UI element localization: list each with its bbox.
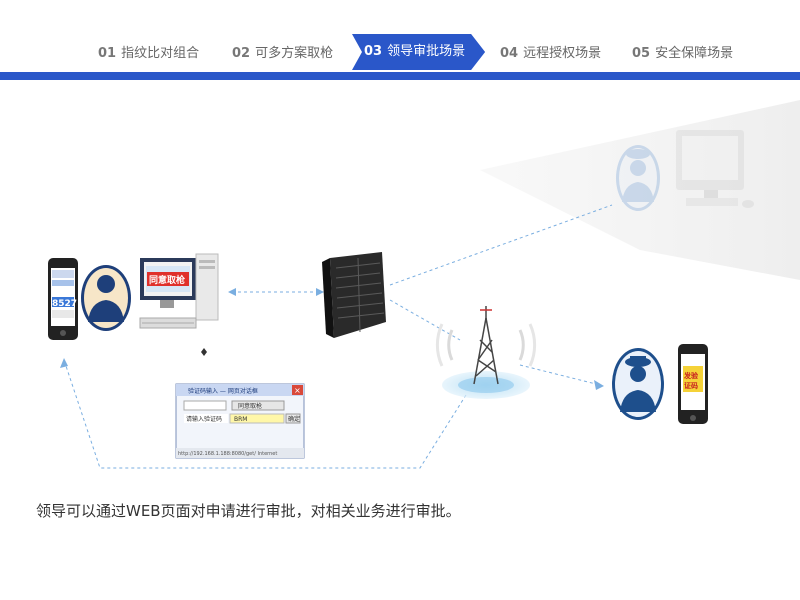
remote-officer-icon bbox=[616, 145, 660, 211]
dialog-title: 验证码输入 — 网页对话框 bbox=[188, 387, 258, 395]
close-icon: × bbox=[294, 386, 301, 395]
phone-right-text-line1: 发验 bbox=[683, 371, 699, 380]
dialog-status-bar: http://192.168.1.188:8080/get/ Internet bbox=[178, 451, 277, 457]
mobile-officer-avatar-icon bbox=[612, 348, 664, 420]
desktop-computer-icon bbox=[139, 253, 219, 356]
dialog-input-value: BRM bbox=[234, 416, 247, 423]
link-tower-mobile bbox=[519, 364, 601, 386]
caption-text: 领导可以通过WEB页面对申请进行审批，对相关业务进行审批。 bbox=[36, 502, 461, 520]
link-server-remote bbox=[389, 204, 613, 286]
radio-tower-icon bbox=[435, 306, 537, 399]
dialog-field-label: 请输入验证码 bbox=[186, 415, 222, 423]
dialog-confirm-label: 确定 bbox=[288, 415, 300, 423]
phone-right-text-line2: 证码 bbox=[684, 381, 698, 390]
dialog-value: 同意取枪 bbox=[238, 402, 262, 410]
monitor-text: 同意取枪 bbox=[149, 274, 186, 286]
phone-code: 8527 bbox=[52, 299, 77, 309]
officer-avatar-icon bbox=[81, 265, 131, 331]
server-rack-icon bbox=[322, 252, 386, 338]
